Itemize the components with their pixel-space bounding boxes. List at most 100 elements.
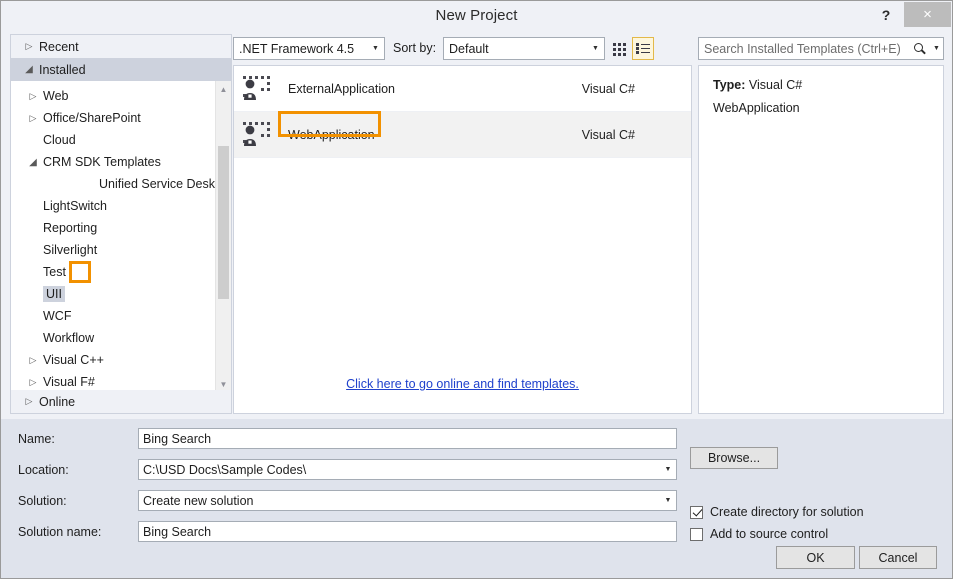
solution-name-field[interactable] — [138, 521, 677, 542]
sidebar-item-uii[interactable]: UII — [11, 283, 215, 305]
sidebar-item-wcf[interactable]: WCF — [11, 305, 215, 327]
sidebar-item-reporting[interactable]: Reporting — [11, 217, 215, 239]
chevron-down-icon — [587, 45, 604, 52]
sidebar-item-unified-service-desk[interactable]: Unified Service Desk — [11, 173, 215, 195]
sidebar-item-test[interactable]: Test — [11, 261, 215, 283]
sidebar-item-cloud[interactable]: Cloud — [11, 129, 215, 151]
chevron-down-icon[interactable] — [660, 497, 676, 504]
uii-application-icon — [241, 74, 271, 104]
chevron-right-icon — [25, 91, 41, 102]
sidebar-item-office-sharepoint[interactable]: Office/SharePoint — [11, 107, 215, 129]
solution-dropdown[interactable] — [138, 490, 677, 511]
solution-label: Solution: — [18, 494, 67, 508]
solution-name-label: Solution name: — [18, 525, 102, 539]
template-row[interactable]: ExternalApplication Visual C# — [234, 66, 691, 112]
sidebar-item-lightswitch[interactable]: LightSwitch — [11, 195, 215, 217]
scrollbar-thumb[interactable] — [218, 146, 229, 299]
chevron-right-icon — [25, 113, 41, 124]
close-icon[interactable]: × — [904, 2, 951, 27]
cancel-button[interactable]: Cancel — [859, 546, 937, 569]
chevron-right-icon — [25, 377, 41, 388]
online-templates-link[interactable]: Click here to go online and find templat… — [234, 377, 691, 391]
sidebar-item-crm-sdk-templates[interactable]: CRM SDK Templates — [11, 151, 215, 173]
chevron-right-icon — [25, 355, 41, 366]
page-title: New Project — [435, 6, 518, 24]
detail-type-label: Type: — [713, 78, 746, 92]
sidebar-item-online[interactable]: Online — [11, 390, 231, 413]
name-field[interactable] — [138, 428, 677, 449]
scroll-up-icon[interactable]: ▲ — [216, 81, 231, 97]
chevron-down-icon[interactable] — [660, 466, 676, 473]
sidebar-item-workflow[interactable]: Workflow — [11, 327, 215, 349]
create-directory-checkbox-row[interactable]: Create directory for solution — [690, 505, 864, 519]
sidebar-item-label: Unified Service Desk — [98, 177, 215, 191]
template-language: Visual C# — [581, 127, 635, 142]
sidebar-item-label: Test — [43, 265, 66, 279]
sidebar-item-installed[interactable]: Installed — [11, 58, 231, 81]
sidebar-item-label: Recent — [39, 39, 79, 54]
name-input[interactable] — [139, 430, 676, 447]
new-project-dialog: New Project ? × Recent Installed Web Offi… — [0, 0, 953, 579]
checkbox-unchecked-icon[interactable] — [690, 527, 703, 541]
list-glyph — [636, 43, 650, 54]
location-field[interactable] — [138, 459, 677, 480]
chevron-down-icon — [21, 64, 37, 75]
project-settings-form: Name: Location: Solution: Solution name:… — [1, 419, 952, 578]
sidebar-item-visual-f[interactable]: Visual F# — [11, 371, 215, 392]
detail-type-value: Visual C# — [748, 78, 803, 92]
templates-tree-panel: Recent Installed Web Office/SharePoint Clo… — [10, 34, 232, 414]
checkbox-checked-icon[interactable] — [690, 505, 703, 519]
sort-by-label: Sort by: — [393, 41, 437, 55]
sidebar-item-visual-c[interactable]: Visual C++ — [11, 349, 215, 371]
framework-version-dropdown[interactable]: .NET Framework 4.5 — [233, 37, 385, 60]
sidebar-item-recent[interactable]: Recent — [11, 35, 231, 58]
list-view-icon[interactable] — [632, 37, 654, 60]
sidebar-item-label: Installed — [39, 62, 86, 77]
ok-button[interactable]: OK — [776, 546, 855, 569]
sidebar-item-label: Office/SharePoint — [43, 111, 141, 125]
title-bar: New Project — [1, 1, 952, 29]
sidebar-item-label: WCF — [43, 309, 72, 323]
sort-by-dropdown[interactable]: Default — [443, 37, 605, 60]
help-icon[interactable]: ? — [873, 2, 899, 27]
create-directory-label: Create directory for solution — [710, 505, 864, 519]
chevron-down-icon[interactable] — [930, 45, 943, 52]
sidebar-item-label: Visual C++ — [43, 353, 104, 367]
sidebar-item-label: LightSwitch — [43, 199, 107, 213]
template-name: WebApplication — [288, 127, 375, 142]
sidebar-item-label: Reporting — [43, 221, 98, 235]
grid-glyph — [612, 43, 626, 56]
source-control-checkbox-row[interactable]: Add to source control — [690, 527, 828, 541]
location-input[interactable] — [139, 461, 660, 478]
template-language: Visual C# — [581, 81, 635, 96]
tree-scroll-area: Web Office/SharePoint Cloud CRM SDK Templat… — [11, 81, 231, 392]
search-input[interactable] — [699, 40, 911, 57]
template-list-panel: ExternalApplication Visual C# WebApplicati… — [233, 65, 692, 414]
grid-view-icon[interactable] — [608, 37, 630, 60]
sidebar-item-label: Workflow — [43, 331, 95, 345]
sidebar-item-label: Cloud — [43, 133, 76, 147]
template-details-panel: Type: Visual C# WebApplication — [698, 65, 944, 414]
sidebar-item-label: Silverlight — [43, 243, 98, 257]
sidebar-item-label: UII — [43, 286, 65, 302]
chevron-down-icon — [367, 45, 384, 52]
detail-type: Type: Visual C# — [713, 78, 929, 92]
framework-version-value: .NET Framework 4.5 — [239, 41, 355, 56]
name-label: Name: — [18, 432, 55, 446]
template-name: ExternalApplication — [288, 81, 396, 96]
template-rows: ExternalApplication Visual C# WebApplicati… — [234, 66, 691, 158]
tree-scrollbar[interactable]: ▲ ▼ — [215, 81, 231, 392]
sidebar-item-web[interactable]: Web — [11, 85, 215, 107]
sidebar-item-label: Web — [43, 89, 69, 103]
template-row[interactable]: WebApplication Visual C# — [234, 112, 691, 158]
chevron-right-icon — [21, 41, 37, 52]
sidebar-item-silverlight[interactable]: Silverlight — [11, 239, 215, 261]
chevron-right-icon — [21, 396, 37, 407]
solution-name-input[interactable] — [139, 523, 676, 540]
search-icon — [911, 40, 929, 58]
search-templates-box[interactable] — [698, 37, 944, 60]
sidebar-item-label: CRM SDK Templates — [43, 155, 161, 169]
uii-application-icon — [241, 120, 271, 150]
solution-input[interactable] — [139, 492, 660, 509]
browse-button[interactable]: Browse... — [690, 447, 778, 469]
